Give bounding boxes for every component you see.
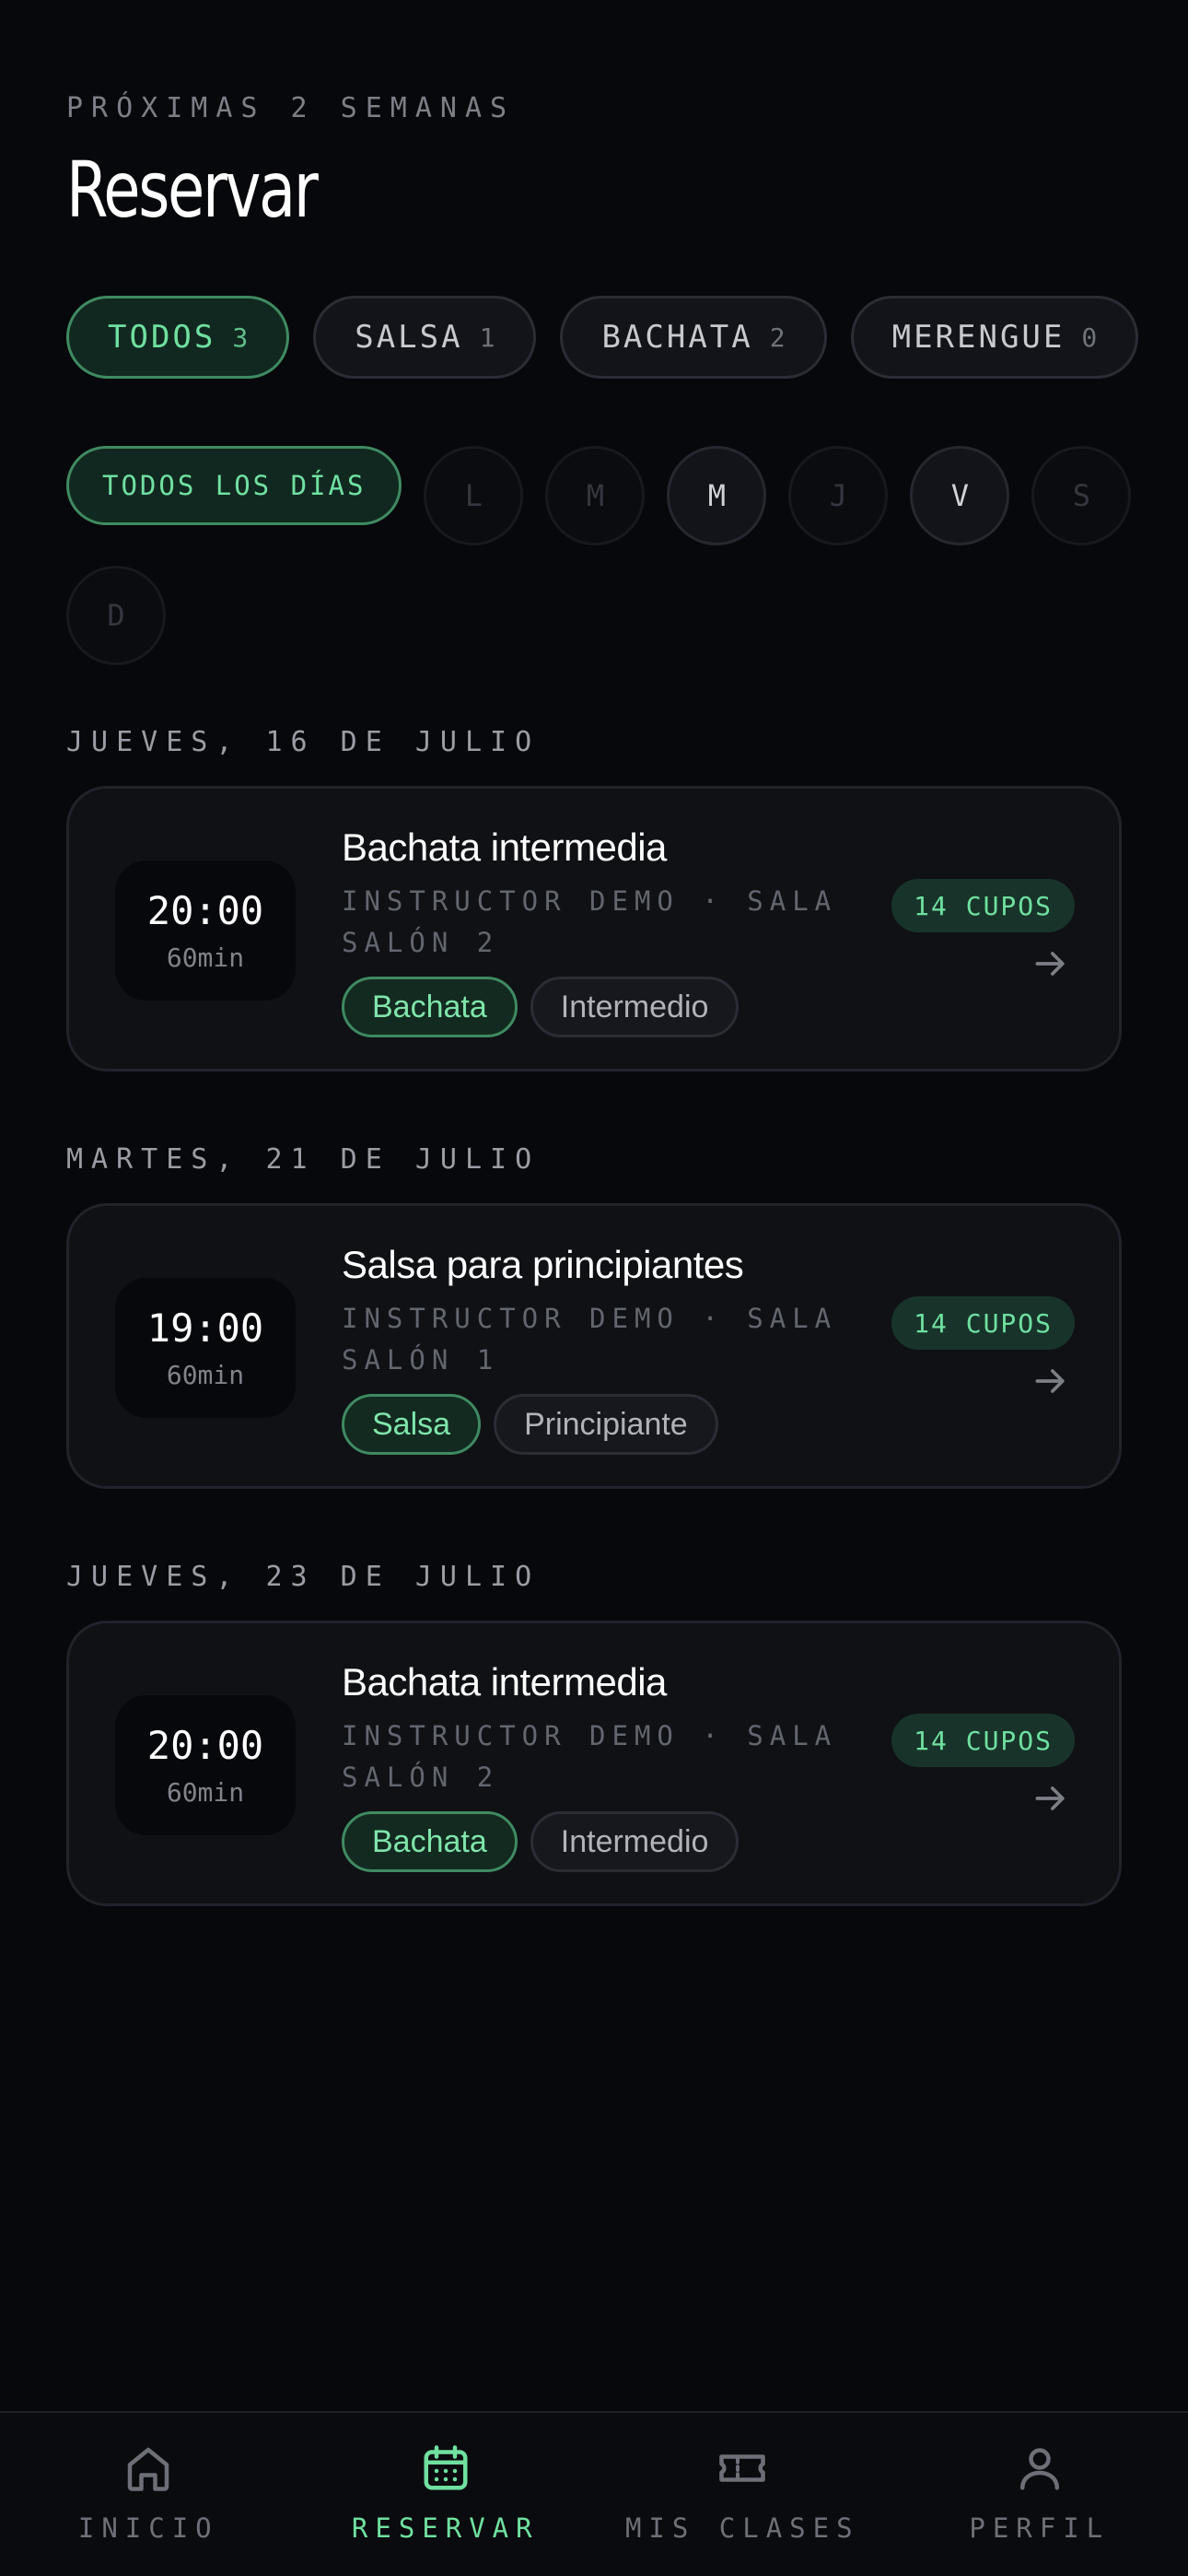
- tag-style: Bachata: [342, 1811, 518, 1872]
- page-header: PRÓXIMAS 2 SEMANAS Reservar: [66, 92, 515, 235]
- filter-chip-count: 2: [769, 322, 786, 353]
- tag-level: Intermedio: [530, 977, 740, 1037]
- spots-badge: 14 CUPOS: [891, 1296, 1075, 1350]
- class-duration: 60min: [166, 1360, 245, 1390]
- filter-chip-label: TODOS: [108, 319, 216, 356]
- style-filter-bar: TODOS 3 SALSA 1 BACHATA 2 MERENGUE 0: [66, 296, 1139, 379]
- tab-label: RESERVAR: [351, 2512, 540, 2544]
- filter-chip-label: BACHATA: [601, 319, 753, 356]
- class-card[interactable]: 20:00 60min Bachata intermedia INSTRUCTO…: [66, 1621, 1122, 1906]
- tab-label: PERFIL: [969, 2512, 1111, 2544]
- filter-chip-label: MERENGUE: [891, 319, 1066, 356]
- day-filter-martes-disabled[interactable]: M: [545, 446, 646, 545]
- day-filter-lunes[interactable]: L: [424, 446, 524, 545]
- class-card[interactable]: 19:00 60min Salsa para principiantes INS…: [66, 1203, 1122, 1489]
- section-date-label: MARTES, 21 DE JULIO: [66, 1143, 541, 1176]
- class-title: Salsa para principiantes: [342, 1243, 744, 1286]
- filter-chip-salsa[interactable]: SALSA 1: [313, 296, 537, 379]
- tab-perfil[interactable]: PERFIL: [891, 2413, 1188, 2576]
- tab-inicio[interactable]: INICIO: [0, 2413, 297, 2576]
- section-date-label: JUEVES, 23 DE JULIO: [66, 1561, 541, 1593]
- spots-badge: 14 CUPOS: [891, 1714, 1075, 1767]
- day-filter-bar: TODOS LOS DÍAS L M M J V S D: [66, 446, 1135, 665]
- class-time-box: 19:00 60min: [115, 1278, 296, 1418]
- tag-style: Salsa: [342, 1394, 482, 1455]
- filter-chip-merengue[interactable]: MERENGUE 0: [850, 296, 1139, 379]
- class-time: 20:00: [146, 888, 264, 933]
- day-filter-martes[interactable]: M: [667, 446, 767, 545]
- class-tags: Bachata Intermedio: [342, 1811, 740, 1872]
- spots-badge: 14 CUPOS: [891, 879, 1075, 932]
- class-meta: INSTRUCTOR DEMO · SALA SALÓN 2: [342, 1720, 838, 1793]
- class-title: Bachata intermedia: [342, 825, 667, 869]
- tag-style: Bachata: [342, 977, 518, 1037]
- filter-chip-count: 0: [1081, 322, 1098, 353]
- class-time-box: 20:00 60min: [115, 861, 296, 1001]
- class-meta: INSTRUCTOR DEMO · SALA SALÓN 1: [342, 1303, 838, 1376]
- class-card[interactable]: 20:00 60min Bachata intermedia INSTRUCTO…: [66, 786, 1122, 1071]
- page-eyebrow: PRÓXIMAS 2 SEMANAS: [66, 92, 516, 124]
- tab-label: MIS CLASES: [624, 2512, 860, 2544]
- arrow-right-icon[interactable]: [1031, 943, 1071, 984]
- home-icon: [128, 2447, 169, 2491]
- filter-chip-todos[interactable]: TODOS 3: [66, 296, 290, 379]
- day-filter-all[interactable]: TODOS LOS DÍAS: [66, 446, 402, 525]
- filter-chip-count: 3: [232, 322, 249, 353]
- day-filter-domingo[interactable]: D: [66, 566, 166, 665]
- arrow-right-icon[interactable]: [1031, 1778, 1071, 1819]
- tab-mis-clases[interactable]: MIS CLASES: [594, 2413, 891, 2576]
- tag-level: Intermedio: [530, 1811, 740, 1872]
- user-icon: [1019, 2448, 1059, 2490]
- tab-label: INICIO: [77, 2512, 219, 2544]
- class-duration: 60min: [166, 1777, 245, 1808]
- bottom-tab-bar: INICIO RESERVAR MIS CLASES PERFIL: [0, 2411, 1188, 2576]
- tag-level: Principiante: [494, 1394, 718, 1455]
- filter-chip-label: SALSA: [355, 319, 463, 356]
- day-filter-sabado[interactable]: S: [1031, 446, 1132, 545]
- tab-reservar[interactable]: RESERVAR: [297, 2413, 595, 2576]
- class-meta: INSTRUCTOR DEMO · SALA SALÓN 2: [342, 885, 838, 958]
- class-time: 20:00: [146, 1723, 264, 1768]
- class-title: Bachata intermedia: [342, 1660, 667, 1704]
- day-filter-viernes[interactable]: V: [910, 446, 1010, 545]
- class-tags: Bachata Intermedio: [342, 977, 740, 1037]
- class-time-box: 20:00 60min: [115, 1695, 296, 1835]
- class-tags: Salsa Principiante: [342, 1394, 718, 1455]
- filter-chip-count: 1: [479, 322, 495, 353]
- calendar-icon: [424, 2445, 468, 2490]
- page-title: Reservar: [66, 145, 319, 235]
- class-time: 19:00: [146, 1306, 264, 1351]
- filter-chip-bachata[interactable]: BACHATA 2: [560, 296, 827, 379]
- class-duration: 60min: [166, 943, 245, 973]
- section-date-label: JUEVES, 16 DE JULIO: [66, 726, 541, 758]
- ticket-icon: [719, 2454, 765, 2482]
- arrow-right-icon[interactable]: [1031, 1361, 1071, 1401]
- day-filter-jueves-disabled[interactable]: J: [788, 446, 889, 545]
